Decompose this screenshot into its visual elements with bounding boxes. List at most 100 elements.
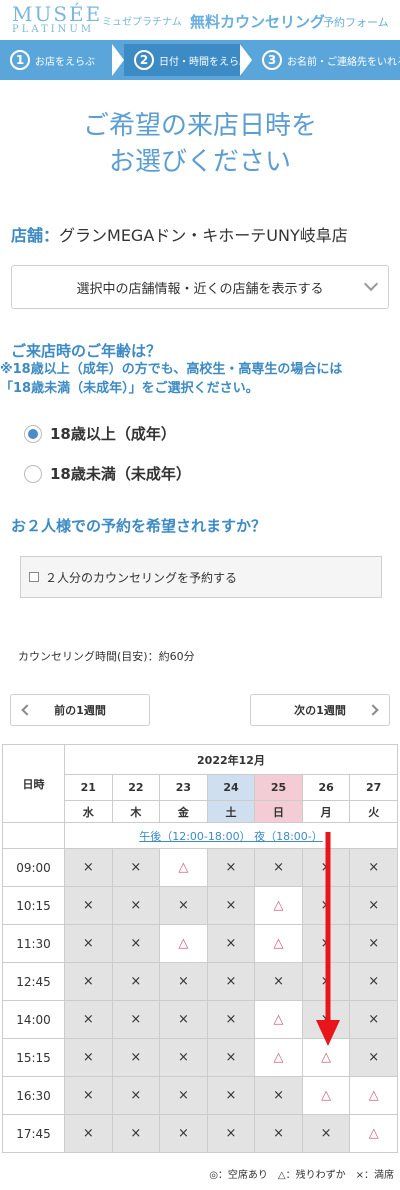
calendar-date: 23	[159, 774, 208, 801]
slot-available[interactable]: △	[301, 1038, 351, 1077]
slot-full: ×	[64, 1038, 113, 1077]
header-title: 無料カウンセリング	[190, 13, 326, 31]
step-3: 3 お名前・ご連絡先をいれる	[252, 44, 400, 76]
period-night-link[interactable]: 夜（18:00-）	[254, 830, 323, 843]
slot-full: ×	[111, 1038, 161, 1077]
slot-full: ×	[349, 924, 398, 963]
next-week-button[interactable]: 次の1週間	[250, 694, 390, 726]
slot-full: ×	[301, 1114, 351, 1153]
slot-full: ×	[159, 962, 208, 1001]
slot-available[interactable]: △	[254, 1038, 303, 1077]
prev-week-button[interactable]: 前の1週間	[10, 694, 150, 726]
slot-full: ×	[111, 886, 161, 925]
slot-full: ×	[111, 924, 161, 963]
calendar-time-row: 10:15 × × × × △ × ×	[2, 886, 398, 925]
time-label: 09:00	[2, 848, 65, 887]
slot-full: ×	[64, 962, 113, 1001]
page-title-line1: ご希望の来店日時を	[82, 111, 317, 141]
slot-full: ×	[64, 1076, 113, 1115]
slot-full: ×	[301, 886, 351, 925]
calendar-time-row: 09:00 × × △ × × × ×	[2, 848, 398, 887]
slot-full: ×	[254, 1076, 303, 1115]
slot-available[interactable]: △	[254, 1000, 303, 1039]
slot-full: ×	[206, 924, 256, 963]
calendar-time-row: 14:00 × × × × △ × ×	[2, 1000, 398, 1039]
calendar-date: 21	[64, 774, 113, 801]
availability-legend: ◎：空席あり △：残りわずか ×：満席	[209, 1170, 394, 1181]
checkbox-icon[interactable]	[29, 572, 39, 582]
age-option-adult[interactable]: 18歳以上（成年）	[24, 423, 176, 444]
slot-full: ×	[159, 1038, 208, 1077]
age-note-line2: 「18歳未満（未成年）」をご選択ください。	[0, 381, 259, 396]
slot-available[interactable]: △	[349, 1076, 398, 1115]
calendar-time-row: 12:45 × × × × × × ×	[2, 962, 398, 1001]
calendar-month: 2022年12月	[64, 744, 398, 775]
calendar-weekday: 木	[111, 800, 161, 823]
calendar-date: 25	[254, 774, 303, 801]
logo-sub-text: PLATINUM	[12, 24, 95, 35]
calendar-date: 24	[206, 774, 256, 801]
step-2-active: 2 日付・時間をえらぶ	[124, 44, 249, 76]
calendar-time-row: 16:30 × × × × × △ △	[2, 1076, 398, 1115]
slot-available[interactable]: △	[301, 1076, 351, 1115]
slot-available[interactable]: △	[254, 924, 303, 963]
slot-full: ×	[349, 886, 398, 925]
pair-reservation-option[interactable]: ２人分のカウンセリングを予約する	[20, 556, 382, 598]
calendar-date: 27	[349, 774, 398, 801]
calendar-date: 26	[301, 774, 351, 801]
period-links: 午後（12:00-18:00） 夜（18:00-）	[64, 822, 398, 849]
slot-full: ×	[206, 1038, 256, 1077]
brand-logo[interactable]: MUSÉE PLATINUM	[12, 4, 102, 35]
store-name: グランMEGAドン・キホーテUNY岐阜店	[59, 226, 348, 245]
step-1: 1 お店をえらぶ	[0, 44, 118, 76]
period-pm-link[interactable]: 午後（12:00-18:00）	[139, 830, 250, 843]
calendar-corner-label: 日時	[2, 744, 65, 823]
prev-week-label: 前の1週間	[54, 704, 106, 717]
step-1-label: お店をえらぶ	[35, 56, 95, 68]
slot-full: ×	[349, 1000, 398, 1039]
age-option-minor[interactable]: 18歳未満（未成年）	[24, 463, 191, 484]
step-separator	[240, 44, 252, 76]
slot-full: ×	[111, 848, 161, 887]
slot-available[interactable]: △	[159, 848, 208, 887]
slot-full: ×	[64, 1114, 113, 1153]
slot-full: ×	[206, 1114, 256, 1153]
slot-available[interactable]: △	[254, 886, 303, 925]
age-option-adult-label: 18歳以上（成年）	[50, 425, 176, 443]
step-separator	[112, 44, 124, 76]
progress-steps: 1 お店をえらぶ 2 日付・時間をえらぶ 3 お名前・ご連絡先をいれる	[0, 40, 400, 80]
time-label: 10:15	[2, 886, 65, 925]
slot-full: ×	[111, 1114, 161, 1153]
slot-full: ×	[159, 886, 208, 925]
header-subtitle: 予約フォーム	[323, 16, 389, 29]
chevron-right-icon	[367, 704, 379, 716]
slot-full: ×	[159, 1114, 208, 1153]
page-title-line2: お選びください	[108, 147, 291, 177]
slot-full: ×	[301, 1000, 351, 1039]
calendar-weekday: 日	[254, 800, 303, 823]
time-label: 12:45	[2, 962, 65, 1001]
brand-kana: ミュゼプラチナム	[102, 17, 182, 28]
slot-full: ×	[111, 1076, 161, 1115]
slot-full: ×	[301, 848, 351, 887]
step-3-label: お名前・ご連絡先をいれる	[287, 56, 400, 68]
time-label: 16:30	[2, 1076, 65, 1115]
period-spacer	[2, 822, 65, 849]
slot-full: ×	[254, 962, 303, 1001]
slot-full: ×	[301, 962, 351, 1001]
radio-unchecked-icon[interactable]	[24, 464, 42, 483]
calendar-weekday: 金	[159, 800, 208, 823]
store-toggle-label: 選択中の店舗情報・近くの店舗を表示する	[76, 281, 324, 297]
pair-option-label: ２人分のカウンセリングを予約する	[45, 570, 238, 585]
chevron-down-icon	[363, 276, 379, 292]
slot-full: ×	[64, 924, 113, 963]
store-details-toggle[interactable]: 選択中の店舗情報・近くの店舗を表示する	[11, 265, 389, 309]
radio-checked-icon[interactable]	[24, 424, 42, 443]
page-title: ご希望の来店日時を お選びください	[0, 108, 400, 180]
time-label: 15:15	[2, 1038, 65, 1077]
slot-available[interactable]: △	[349, 1114, 398, 1153]
store-label: 店舗：	[11, 226, 60, 245]
calendar-time-row: 11:30 × × △ × △ × ×	[2, 924, 398, 963]
slot-full: ×	[301, 924, 351, 963]
slot-available[interactable]: △	[159, 924, 208, 963]
